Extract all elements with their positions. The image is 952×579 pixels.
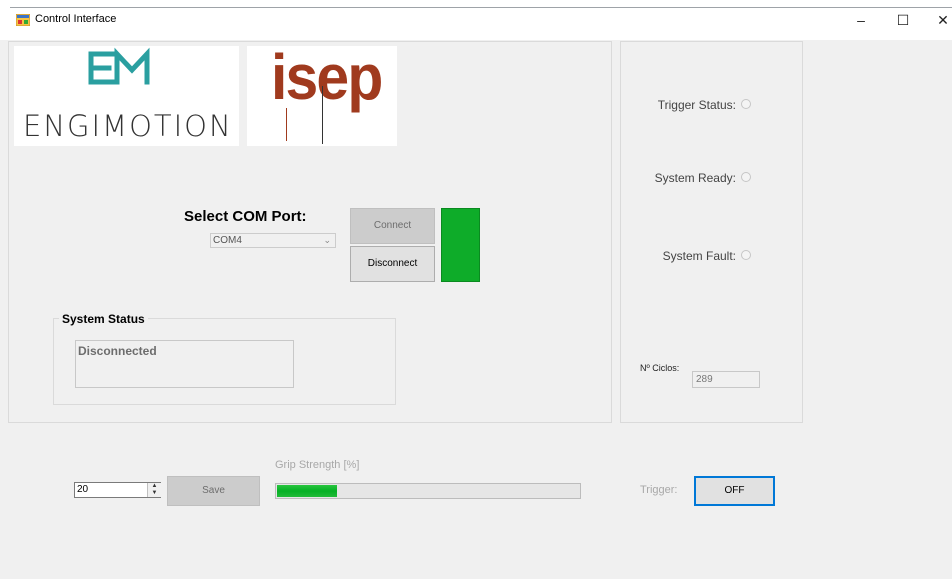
close-button[interactable]: ✕ [928, 10, 952, 30]
system-status-legend: System Status [59, 312, 148, 326]
save-button[interactable]: Save [167, 476, 260, 506]
trigger-toggle-button[interactable]: OFF [694, 476, 775, 506]
com-port-value: COM4 [213, 235, 242, 246]
window-title: Control Interface [35, 13, 117, 25]
disconnect-button[interactable]: Disconnect [350, 246, 435, 282]
isep-logo-text: isep [271, 41, 383, 113]
system-fault-radio[interactable] [741, 250, 751, 260]
spin-up-icon[interactable]: ▲ [148, 483, 161, 490]
system-status-value: Disconnected [78, 344, 157, 358]
trigger-label: Trigger: [640, 484, 678, 496]
trigger-status-radio[interactable] [741, 99, 751, 109]
ciclos-label: Nº Ciclos: [640, 363, 680, 373]
engimotion-logo-text: ENGIMOTION [23, 109, 233, 143]
ciclos-field: 289 [692, 371, 760, 388]
system-ready-label: System Ready: [654, 171, 736, 185]
grip-strength-fill [277, 485, 337, 497]
com-port-select[interactable]: COM4 ⌄ [210, 233, 336, 248]
maximize-button[interactable]: ☐ [888, 10, 918, 30]
connection-indicator [441, 208, 480, 282]
select-com-port-label: Select COM Port: [184, 208, 307, 225]
title-bar [0, 0, 952, 40]
system-fault-label: System Fault: [662, 249, 736, 263]
grip-strength-progress [275, 483, 581, 499]
grip-strength-label: Grip Strength [%] [275, 459, 360, 471]
spin-stepper[interactable]: ▲ ▼ [147, 483, 161, 497]
chevron-down-icon: ⌄ [323, 235, 331, 245]
app-window-icon [16, 14, 30, 26]
spin-down-icon[interactable]: ▼ [148, 490, 161, 497]
engimotion-logo: ENGIMOTION [14, 46, 239, 146]
minimize-button[interactable]: – [846, 10, 876, 30]
connect-button[interactable]: Connect [350, 208, 435, 244]
system-ready-radio[interactable] [741, 172, 751, 182]
isep-logo: isep [247, 41, 397, 146]
trigger-status-label: Trigger Status: [657, 98, 736, 112]
